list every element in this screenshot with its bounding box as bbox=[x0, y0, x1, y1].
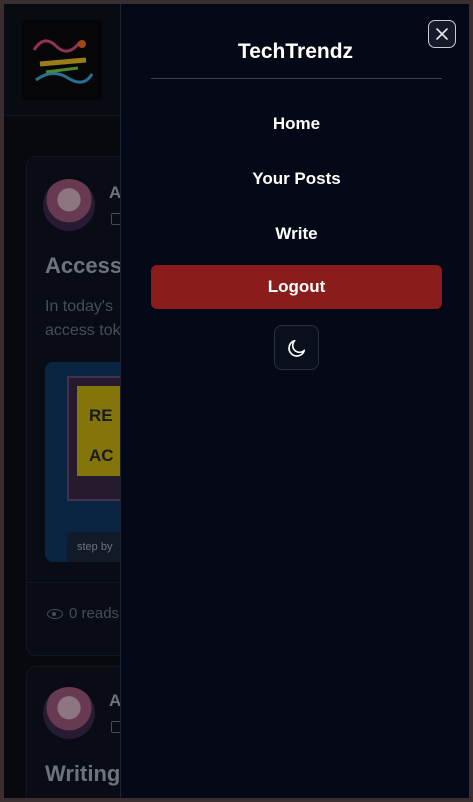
logout-button[interactable]: Logout bbox=[151, 265, 442, 309]
drawer-title: TechTrendz bbox=[237, 40, 354, 63]
nav-item-your-posts[interactable]: Your Posts bbox=[151, 157, 442, 201]
nav-item-write[interactable]: Write bbox=[151, 212, 442, 256]
app-frame: A Access T In today's access tok RE AC s… bbox=[4, 4, 469, 798]
drawer-divider bbox=[151, 78, 442, 79]
mobile-nav-drawer: TechTrendz Home Your Posts Write Logout bbox=[120, 4, 469, 798]
nav-item-home[interactable]: Home bbox=[151, 102, 442, 146]
theme-toggle-button[interactable] bbox=[274, 325, 319, 370]
moon-icon bbox=[288, 339, 306, 357]
